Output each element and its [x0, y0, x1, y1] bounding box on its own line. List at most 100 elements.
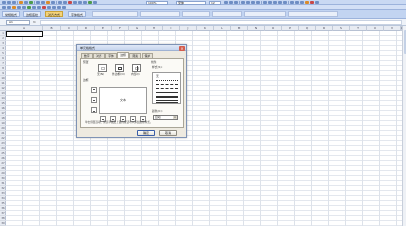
decrease-decimal-icon[interactable]: [283, 1, 287, 4]
ok-button[interactable]: 确定: [137, 130, 155, 136]
paste-icon[interactable]: [46, 1, 50, 4]
cell-area[interactable]: [6, 31, 402, 226]
font-name-select[interactable]: 宋体: [176, 0, 206, 5]
bold-icon[interactable]: [224, 1, 228, 4]
custom-toolbar-segment[interactable]: [212, 11, 242, 17]
open-icon[interactable]: [7, 1, 11, 4]
dialog-body: 预置 无(N) 外边框(O) 内部(I) 边框 文本 线条 样式(S): 无 颜…: [80, 58, 184, 128]
diagonal-up-icon: [102, 119, 104, 120]
toolbar-button-icon[interactable]: [22, 6, 26, 9]
merge-center-icon[interactable]: [256, 1, 260, 4]
toolbar-button-icon[interactable]: [52, 6, 56, 9]
toolbar-button-icon[interactable]: [47, 6, 51, 9]
custom-tab-alignment[interactable]: 对齐方式: [45, 11, 64, 17]
toolbar-button-icon[interactable]: [2, 6, 6, 9]
increase-indent-icon[interactable]: [295, 1, 299, 4]
name-box[interactable]: A1: [6, 20, 30, 25]
preview-icon[interactable]: [24, 1, 28, 4]
border-preview[interactable]: 文本: [99, 87, 147, 114]
copy-icon[interactable]: [41, 1, 45, 4]
secondary-toolbar-icons: [2, 6, 66, 9]
toolbar-button-icon[interactable]: [27, 6, 31, 9]
currency-icon[interactable]: [263, 1, 267, 4]
chart-wizard-icon[interactable]: [88, 1, 92, 4]
vertical-scrollbar[interactable]: [402, 26, 406, 226]
print-icon[interactable]: [19, 1, 23, 4]
format-cells-dialog: 单元格格式 × 数字 对齐 字体 边框 图案 保护 预置 无(N) 外边框(O)…: [76, 44, 187, 138]
percent-icon[interactable]: [268, 1, 272, 4]
increase-decimal-icon[interactable]: [278, 1, 282, 4]
comma-style-icon[interactable]: [273, 1, 277, 4]
custom-toolbar-segment[interactable]: [140, 11, 180, 17]
custom-tab-borders[interactable]: 边框底纹: [23, 11, 42, 17]
line-style-option[interactable]: [156, 96, 178, 98]
formula-input[interactable]: [40, 20, 402, 25]
border-label: 边框: [83, 78, 89, 82]
preset-inside-cross-icon: [136, 66, 138, 71]
line-style-option[interactable]: [156, 84, 178, 85]
sort-descending-icon[interactable]: [83, 1, 87, 4]
cut-icon[interactable]: [36, 1, 40, 4]
decrease-indent-icon[interactable]: [290, 1, 294, 4]
border-bottom-button[interactable]: [91, 107, 97, 113]
line-style-option[interactable]: [156, 88, 178, 89]
sort-ascending-icon[interactable]: [78, 1, 82, 4]
undo-icon[interactable]: [58, 1, 62, 4]
font-color-icon[interactable]: [310, 1, 314, 4]
custom-toolbar-segment[interactable]: [244, 11, 286, 17]
align-left-icon[interactable]: [241, 1, 245, 4]
underline-icon[interactable]: [234, 1, 238, 4]
fx-icon[interactable]: fx: [33, 20, 36, 25]
borders-icon[interactable]: [300, 1, 304, 4]
border-middle-button[interactable]: [91, 97, 97, 103]
toolbar-button-icon[interactable]: [17, 6, 21, 9]
toolbar-button-icon[interactable]: [32, 6, 36, 9]
line-style-option[interactable]: [156, 92, 178, 93]
border-top-button[interactable]: [91, 87, 97, 93]
toolbar-button-icon[interactable]: [12, 6, 16, 9]
drawing-icon[interactable]: [93, 1, 97, 4]
line-style-option[interactable]: [156, 100, 178, 103]
save-icon[interactable]: [12, 1, 16, 4]
close-icon[interactable]: ×: [179, 45, 185, 51]
new-icon[interactable]: [2, 1, 6, 4]
spellcheck-icon[interactable]: [29, 1, 33, 4]
fill-color-icon[interactable]: [305, 1, 309, 4]
custom-tab-font[interactable]: 字体格式: [68, 11, 87, 17]
active-cell[interactable]: [6, 31, 43, 37]
line-label: 线条: [151, 60, 157, 64]
line-color-value: 自动: [155, 115, 161, 119]
italic-icon[interactable]: [229, 1, 233, 4]
redo-icon[interactable]: [63, 1, 67, 4]
custom-toolbar-segment[interactable]: [92, 11, 138, 17]
toolbar-button-icon[interactable]: [42, 6, 46, 9]
preset-none-button[interactable]: [98, 64, 107, 72]
align-center-icon[interactable]: [246, 1, 250, 4]
line-style-list[interactable]: 无: [152, 72, 181, 104]
hyperlink-icon[interactable]: [68, 1, 72, 4]
line-style-none[interactable]: 无: [156, 75, 159, 78]
line-color-select[interactable]: 自动 ▾: [153, 115, 178, 120]
zoom-select[interactable]: 100%: [146, 0, 168, 5]
toolbar-separator: [261, 1, 262, 4]
diagonal-down-icon: [142, 119, 144, 120]
toolbar-button-icon[interactable]: [62, 6, 66, 9]
preset-inside-button[interactable]: [132, 64, 141, 72]
toolbar-button-icon[interactable]: [7, 6, 11, 9]
toolbar-options-icon[interactable]: [315, 1, 319, 4]
preset-outline-button[interactable]: [115, 64, 124, 72]
preset-none-icon: [101, 67, 105, 70]
cancel-button[interactable]: 取消: [159, 130, 177, 136]
custom-toolbar-segment[interactable]: [288, 11, 338, 17]
align-right-icon[interactable]: [251, 1, 255, 4]
toolbar-button-icon[interactable]: [57, 6, 61, 9]
line-style-option[interactable]: [156, 80, 178, 81]
toolbar-button-icon[interactable]: [37, 6, 41, 9]
autosum-icon[interactable]: [73, 1, 77, 4]
font-size-select[interactable]: 12: [209, 0, 221, 5]
chevron-down-icon[interactable]: ▾: [173, 116, 177, 119]
custom-toolbar-segment[interactable]: [182, 11, 210, 17]
border-top-icon: [93, 89, 95, 90]
format-painter-icon[interactable]: [51, 1, 55, 4]
custom-tab-general[interactable]: 常规格式: [2, 11, 21, 17]
